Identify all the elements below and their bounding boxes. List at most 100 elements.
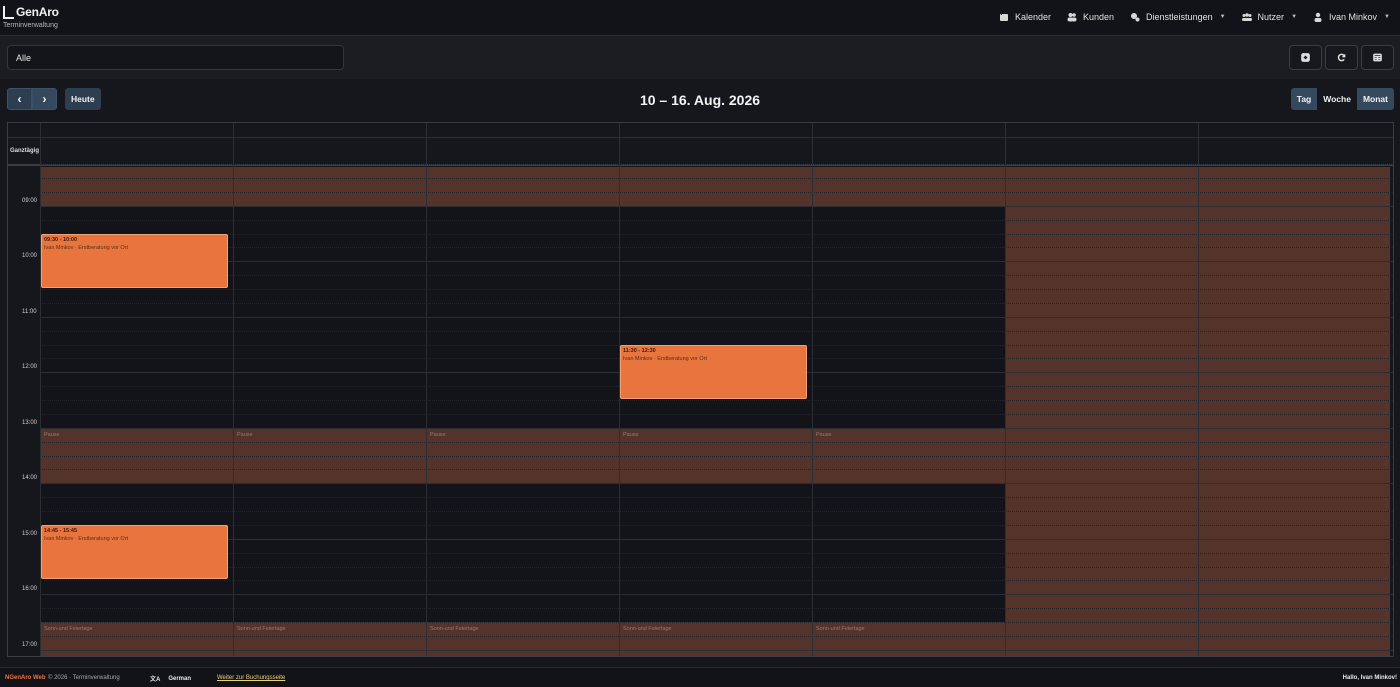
nav-label: Nutzer bbox=[1257, 12, 1285, 22]
appointment-event[interactable]: 11:30 - 12:30 Ivan Minkov · Erstberatung … bbox=[620, 344, 807, 400]
quarter-gridline bbox=[40, 330, 1393, 332]
time-label: 10:00 bbox=[22, 253, 38, 260]
event-time: 09:30 - 10:00 bbox=[44, 236, 78, 243]
quarter-gridline bbox=[40, 580, 1393, 582]
footer: NGenAro Web © 2026 · Terminverwaltung 文A… bbox=[0, 667, 1400, 687]
quarter-gridline bbox=[40, 552, 1393, 554]
all-day-label: Ganztägig bbox=[10, 148, 40, 154]
table-view-button[interactable] bbox=[1361, 45, 1394, 70]
chevron-down-icon: ▼ bbox=[1291, 14, 1298, 20]
user-greeting: Hallo, Ivan Minkov! bbox=[1342, 675, 1397, 681]
users-icon bbox=[1067, 13, 1077, 22]
brand-subtitle: Terminverwaltung bbox=[3, 22, 58, 29]
quarter-gridline bbox=[40, 275, 1393, 277]
quarter-gridline bbox=[40, 164, 1393, 166]
view-day-button[interactable]: Tag bbox=[1290, 88, 1318, 110]
add-appointment-button[interactable] bbox=[1289, 45, 1322, 70]
nav-user-menu[interactable]: Ivan Minkov ▼ bbox=[1313, 12, 1390, 22]
calendar-toolbar: ‹ › Heute 10 – 16. Aug. 2026 Tag Woche M… bbox=[0, 80, 1400, 120]
hour-gridline bbox=[40, 483, 1393, 485]
hour-gridline bbox=[40, 261, 1393, 263]
quarter-gridline bbox=[40, 608, 1393, 610]
plus-square-icon bbox=[1301, 53, 1310, 62]
half-hour-gridline bbox=[40, 178, 1393, 180]
pause-label: Pause bbox=[623, 431, 639, 438]
day-header-row bbox=[8, 123, 1393, 138]
pause-label: Pause bbox=[430, 431, 446, 438]
time-label: 09:00 bbox=[22, 197, 38, 204]
view-month-button[interactable]: Monat bbox=[1356, 88, 1394, 110]
translate-icon: 文A bbox=[150, 677, 161, 683]
calendar-title: 10 – 16. Aug. 2026 bbox=[639, 92, 761, 108]
quarter-gridline bbox=[40, 524, 1393, 526]
nav-label: Kalender bbox=[1014, 12, 1052, 22]
quarter-gridline bbox=[40, 497, 1393, 499]
event-time: 14:45 - 15:45 bbox=[44, 527, 78, 534]
half-hour-gridline bbox=[40, 233, 1393, 235]
half-hour-gridline bbox=[40, 400, 1393, 402]
hour-gridline bbox=[40, 538, 1393, 540]
event-title: Ivan Minkov · Erstberatung vor Ort bbox=[44, 535, 129, 542]
booking-page-link[interactable]: Weiter zur Buchungsseite bbox=[217, 675, 285, 681]
half-hour-gridline bbox=[40, 289, 1393, 291]
calendar-icon bbox=[999, 13, 1008, 21]
day-column-divider bbox=[812, 123, 813, 656]
footer-copyright: © 2026 · Terminverwaltung bbox=[48, 675, 120, 681]
time-label: 13:00 bbox=[22, 419, 38, 426]
week-calendar: Ganztägig Pause Sonn-und Feiertage Pause So… bbox=[7, 122, 1394, 657]
view-week-button[interactable]: Woche bbox=[1317, 88, 1357, 110]
half-hour-gridline bbox=[40, 622, 1393, 624]
day-column-divider bbox=[1198, 123, 1199, 656]
services-icon bbox=[1131, 13, 1140, 22]
time-label: 17:00 bbox=[22, 641, 38, 648]
holiday-label: Sonn-und Feiertage bbox=[44, 626, 93, 633]
language-selector[interactable]: 文A German bbox=[150, 674, 191, 684]
reload-button[interactable] bbox=[1325, 45, 1358, 70]
time-label: 11:00 bbox=[22, 308, 37, 315]
event-title: Ivan Minkov · Erstberatung vor Ort bbox=[623, 355, 708, 362]
nav-dienstleistungen[interactable]: Dienstleistungen ▼ bbox=[1130, 12, 1226, 22]
brand-text: GenAro bbox=[16, 5, 59, 19]
user-icon bbox=[1314, 12, 1322, 22]
hour-gridline bbox=[40, 205, 1393, 207]
nav-kunden[interactable]: Kunden bbox=[1067, 12, 1114, 22]
half-hour-gridline bbox=[40, 455, 1393, 457]
main-nav: Kalender Kunden Dienstleistungen ▼ Nutzer… bbox=[999, 0, 1390, 34]
appointment-event[interactable]: 14:45 - 15:45 Ivan Minkov · Erstberatung … bbox=[41, 524, 228, 580]
holiday-label: Sonn-und Feiertage bbox=[237, 626, 286, 633]
pause-label: Pause bbox=[816, 431, 832, 438]
nav-kalender[interactable]: Kalender bbox=[999, 12, 1051, 22]
quarter-gridline bbox=[40, 413, 1393, 415]
hour-gridline bbox=[40, 316, 1393, 318]
view-switcher: Tag Woche Monat bbox=[1290, 88, 1394, 110]
day-column-divider bbox=[1005, 123, 1006, 656]
half-hour-gridline bbox=[40, 566, 1393, 568]
provider-select[interactable]: Alle bbox=[7, 45, 344, 70]
hour-gridline bbox=[40, 649, 1393, 651]
half-hour-gridline bbox=[40, 511, 1393, 513]
pause-label: Pause bbox=[237, 431, 253, 438]
day-column-divider bbox=[40, 123, 41, 656]
quarter-gridline bbox=[40, 469, 1393, 471]
time-label: 15:00 bbox=[22, 530, 38, 537]
quarter-gridline bbox=[40, 247, 1393, 249]
nav-label: Ivan Minkov bbox=[1329, 12, 1378, 22]
nav-nutzer[interactable]: Nutzer ▼ bbox=[1241, 12, 1298, 22]
brand-name: GenAro bbox=[3, 5, 59, 19]
team-icon bbox=[1241, 13, 1252, 21]
quarter-gridline bbox=[40, 441, 1393, 443]
time-label: 16:00 bbox=[22, 586, 38, 593]
day-column-divider bbox=[426, 123, 427, 656]
table-icon bbox=[1373, 53, 1382, 62]
app-logo[interactable]: GenAro Terminverwaltung bbox=[3, 5, 59, 29]
footer-brand: NGenAro Web bbox=[5, 675, 46, 681]
time-label: 12:00 bbox=[22, 364, 38, 371]
event-time: 11:30 - 12:30 bbox=[623, 347, 656, 354]
all-day-row: Ganztägig bbox=[8, 138, 1393, 166]
quarter-gridline bbox=[40, 635, 1393, 637]
appointment-event[interactable]: 09:30 - 10:00 Ivan Minkov · Erstberatung … bbox=[41, 233, 228, 289]
event-title: Ivan Minkov · Erstberatung vor Ort bbox=[44, 244, 129, 251]
chevron-down-icon: ▼ bbox=[1384, 14, 1390, 20]
quarter-gridline bbox=[40, 219, 1393, 221]
time-label: 14:00 bbox=[22, 475, 38, 482]
